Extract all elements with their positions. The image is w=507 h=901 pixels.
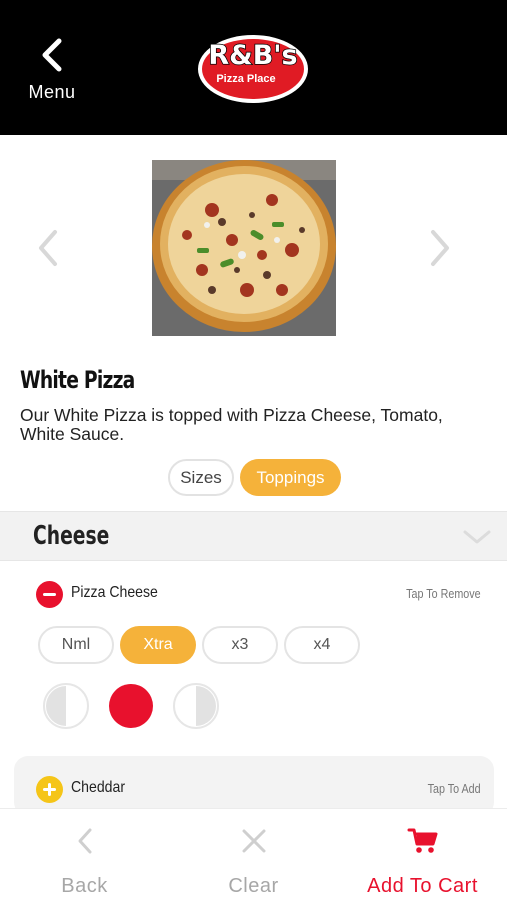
section-header-cheese[interactable]: Cheese bbox=[0, 511, 507, 561]
menu-back-label: Menu bbox=[28, 82, 76, 102]
chevron-down-icon bbox=[462, 529, 492, 550]
portion-whole-button[interactable] bbox=[107, 682, 155, 730]
section-title: Cheese bbox=[33, 521, 110, 551]
clear-label: Clear bbox=[228, 875, 279, 897]
chevron-left-icon bbox=[76, 827, 94, 860]
tap-to-add-hint[interactable]: Tap To Add bbox=[428, 782, 481, 796]
tab-sizes[interactable]: Sizes bbox=[168, 459, 234, 496]
minus-icon bbox=[43, 593, 56, 596]
tap-to-remove-hint[interactable]: Tap To Remove bbox=[407, 587, 481, 601]
cart-icon bbox=[407, 827, 439, 860]
pizza-image bbox=[152, 160, 336, 336]
topping-name: Cheddar bbox=[71, 779, 126, 796]
back-button[interactable]: Back bbox=[0, 809, 169, 901]
quantity-normal-button[interactable]: Nml bbox=[38, 626, 114, 664]
right-half-icon bbox=[173, 683, 219, 729]
quantity-extra-button[interactable]: Xtra bbox=[120, 626, 196, 664]
portion-left-half-button[interactable] bbox=[42, 682, 90, 730]
header-bar: Menu R&B's Pizza Place bbox=[0, 0, 507, 135]
logo-main-text: R&B's bbox=[208, 40, 297, 71]
left-half-icon bbox=[43, 683, 89, 729]
chevron-right-icon bbox=[431, 230, 449, 266]
logo-sub-text: Pizza Place bbox=[216, 73, 275, 85]
next-image-button[interactable] bbox=[428, 228, 452, 273]
remove-topping-button[interactable] bbox=[36, 581, 63, 608]
back-label: Back bbox=[61, 875, 108, 897]
chevron-left-icon bbox=[42, 38, 62, 72]
product-title: White Pizza bbox=[20, 366, 135, 394]
topping-name: Pizza Cheese bbox=[71, 584, 158, 601]
bottom-action-bar: Back Clear Add To Cart bbox=[0, 808, 507, 900]
add-topping-button[interactable] bbox=[36, 776, 63, 803]
plus-icon bbox=[43, 783, 56, 796]
clear-button[interactable]: Clear bbox=[169, 809, 338, 901]
add-to-cart-button[interactable]: Add To Cart bbox=[338, 809, 507, 901]
restaurant-logo: R&B's Pizza Place bbox=[196, 22, 314, 111]
quantity-x3-button[interactable]: x3 bbox=[202, 626, 278, 664]
product-description: Our White Pizza is topped with Pizza Che… bbox=[20, 405, 443, 444]
quantity-x4-button[interactable]: x4 bbox=[284, 626, 360, 664]
tab-toppings[interactable]: Toppings bbox=[240, 459, 341, 496]
menu-back-button[interactable]: Menu bbox=[22, 38, 82, 108]
chevron-left-icon bbox=[39, 230, 57, 266]
close-icon bbox=[240, 827, 268, 860]
add-to-cart-label: Add To Cart bbox=[367, 875, 478, 897]
previous-image-button[interactable] bbox=[36, 228, 60, 273]
whole-circle-icon bbox=[109, 684, 153, 728]
portion-right-half-button[interactable] bbox=[172, 682, 220, 730]
